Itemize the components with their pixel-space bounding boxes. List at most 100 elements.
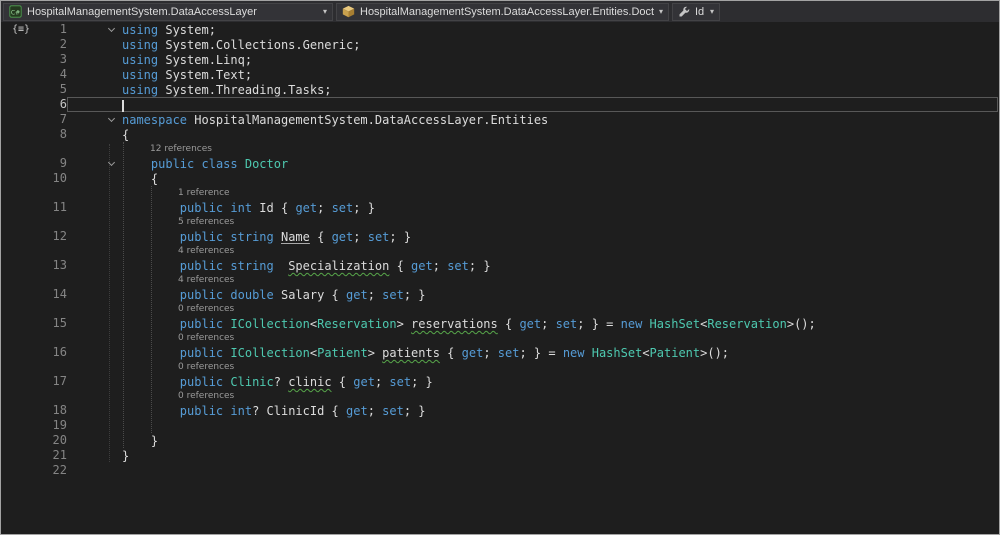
code-text[interactable] [122, 419, 997, 432]
code-text[interactable]: using System.Text; [122, 68, 997, 82]
glyph-margin [1, 273, 39, 287]
codelens-row[interactable]: 12 references [1, 142, 999, 156]
code-line[interactable]: 9 public class Doctor [1, 156, 999, 171]
code-text[interactable]: public Clinic? clinic { get; set; } [122, 375, 997, 389]
code-token: using [122, 53, 159, 67]
type-dropdown[interactable]: HospitalManagementSystem.DataAccessLayer… [336, 2, 669, 21]
glyph-margin [1, 331, 39, 345]
codelens-text[interactable]: 12 references [122, 143, 997, 155]
codelens-text[interactable]: 0 references [122, 361, 997, 373]
indent-guide-class [151, 186, 152, 433]
line-number: 17 [52, 374, 67, 388]
fold-gutter [68, 317, 122, 330]
code-text[interactable]: public string Name { get; set; } [122, 230, 997, 244]
fold-gutter [68, 245, 122, 257]
fold-gutter [68, 274, 122, 286]
code-text[interactable]: public class Doctor [122, 157, 997, 171]
code-token: ? ClinicId { [252, 404, 346, 418]
vs-editor-window: C# HospitalManagementSystem.DataAccessLa… [0, 0, 1000, 535]
member-dropdown[interactable]: Id ▾ [672, 2, 720, 21]
code-line[interactable]: 20 } [1, 433, 999, 448]
line-number: 2 [59, 37, 67, 51]
line-body: using System.Text; [67, 67, 998, 82]
codelens-text[interactable]: 1 reference [122, 187, 997, 199]
code-text[interactable] [122, 98, 997, 112]
codelens-text[interactable]: 5 references [122, 216, 997, 228]
codelens-text[interactable]: 0 references [122, 390, 997, 402]
code-text[interactable]: public string Specialization { get; set;… [122, 259, 997, 273]
fold-gutter [68, 464, 122, 477]
chevron-down-icon[interactable] [107, 24, 116, 33]
code-line[interactable]: {≡} 1 using System; [1, 22, 999, 37]
code-text[interactable]: public int Id { get; set; } [122, 201, 997, 215]
code-line[interactable]: 8{ [1, 127, 999, 142]
line-number: 7 [59, 112, 67, 126]
chevron-down-icon[interactable] [107, 114, 116, 123]
code-line[interactable]: 7 namespace HospitalManagementSystem.Data… [1, 112, 999, 127]
fold-gutter [68, 83, 122, 96]
code-text[interactable] [122, 464, 997, 477]
code-text[interactable]: public ICollection<Reservation> reservat… [122, 317, 997, 331]
code-token: ; } [411, 375, 433, 389]
line-number [39, 215, 67, 229]
code-token: ; [432, 259, 448, 273]
code-token: { [439, 346, 462, 360]
code-token: > [396, 317, 412, 331]
code-text[interactable]: } [122, 434, 997, 448]
line-body: public Clinic? clinic { get; set; } [67, 374, 998, 389]
line-number: 15 [52, 316, 67, 330]
code-line[interactable]: 21} [1, 448, 999, 463]
code-token: ; [541, 317, 556, 331]
code-token: Reservation [317, 317, 397, 331]
code-token: set [382, 404, 404, 418]
codelens-text[interactable]: 4 references [122, 274, 997, 286]
code-line[interactable]: 6 [1, 97, 999, 112]
code-line[interactable]: 5 using System.Threading.Tasks; [1, 82, 999, 97]
project-dropdown-label: HospitalManagementSystem.DataAccessLayer [27, 5, 257, 18]
code-text[interactable]: { [122, 172, 997, 186]
code-text[interactable]: using System.Linq; [122, 53, 997, 67]
codelens-text[interactable]: 0 references [122, 332, 997, 344]
line-number: 10 [52, 171, 67, 185]
code-token: Patient [317, 346, 368, 360]
codelens-text[interactable]: 0 references [122, 303, 997, 315]
code-line[interactable]: 22 [1, 463, 999, 478]
code-editor[interactable]: {≡} 1 using System; 2 using System.Collectio… [1, 22, 999, 534]
glyph-margin [1, 112, 39, 127]
project-dropdown[interactable]: C# HospitalManagementSystem.DataAccessLa… [3, 2, 333, 21]
code-token: System.Collections.Generic; [158, 38, 361, 52]
code-line[interactable]: 2 using System.Collections.Generic; [1, 37, 999, 52]
code-text[interactable]: using System.Collections.Generic; [122, 38, 997, 52]
codelens-text[interactable]: 4 references [122, 245, 997, 257]
code-text[interactable]: namespace HospitalManagementSystem.DataA… [122, 113, 997, 127]
code-token: reservations [411, 317, 498, 331]
fold-gutter [68, 187, 122, 199]
code-token: ; } = [577, 317, 621, 331]
line-body: public ICollection<Reservation> reservat… [67, 316, 998, 331]
code-line[interactable]: 3 using System.Linq; [1, 52, 999, 67]
code-token: ; } [389, 230, 412, 244]
code-text[interactable]: { [122, 128, 997, 142]
code-line[interactable]: 10 { [1, 171, 999, 186]
code-token: get [331, 230, 354, 244]
glyph-margin [1, 345, 39, 360]
fold-gutter[interactable] [68, 23, 122, 36]
code-text[interactable]: public double Salary { get; set; } [122, 288, 997, 302]
fold-gutter [68, 38, 122, 51]
code-token: ; [483, 346, 498, 360]
fold-gutter[interactable] [68, 157, 122, 170]
code-text[interactable]: public ICollection<Patient> patients { g… [122, 346, 997, 360]
fold-gutter [68, 288, 122, 301]
code-text[interactable]: using System.Threading.Tasks; [122, 83, 997, 97]
code-text[interactable]: public int? ClinicId { get; set; } [122, 404, 997, 418]
code-line[interactable]: 4 using System.Text; [1, 67, 999, 82]
line-body [67, 97, 998, 112]
code-text[interactable]: using System; [122, 23, 997, 37]
glyph-margin [1, 316, 39, 331]
line-body: using System.Threading.Tasks; [67, 82, 998, 97]
glyph-margin [1, 360, 39, 374]
line-number [39, 389, 67, 403]
fold-gutter[interactable] [68, 113, 122, 126]
code-text[interactable]: } [122, 449, 997, 463]
